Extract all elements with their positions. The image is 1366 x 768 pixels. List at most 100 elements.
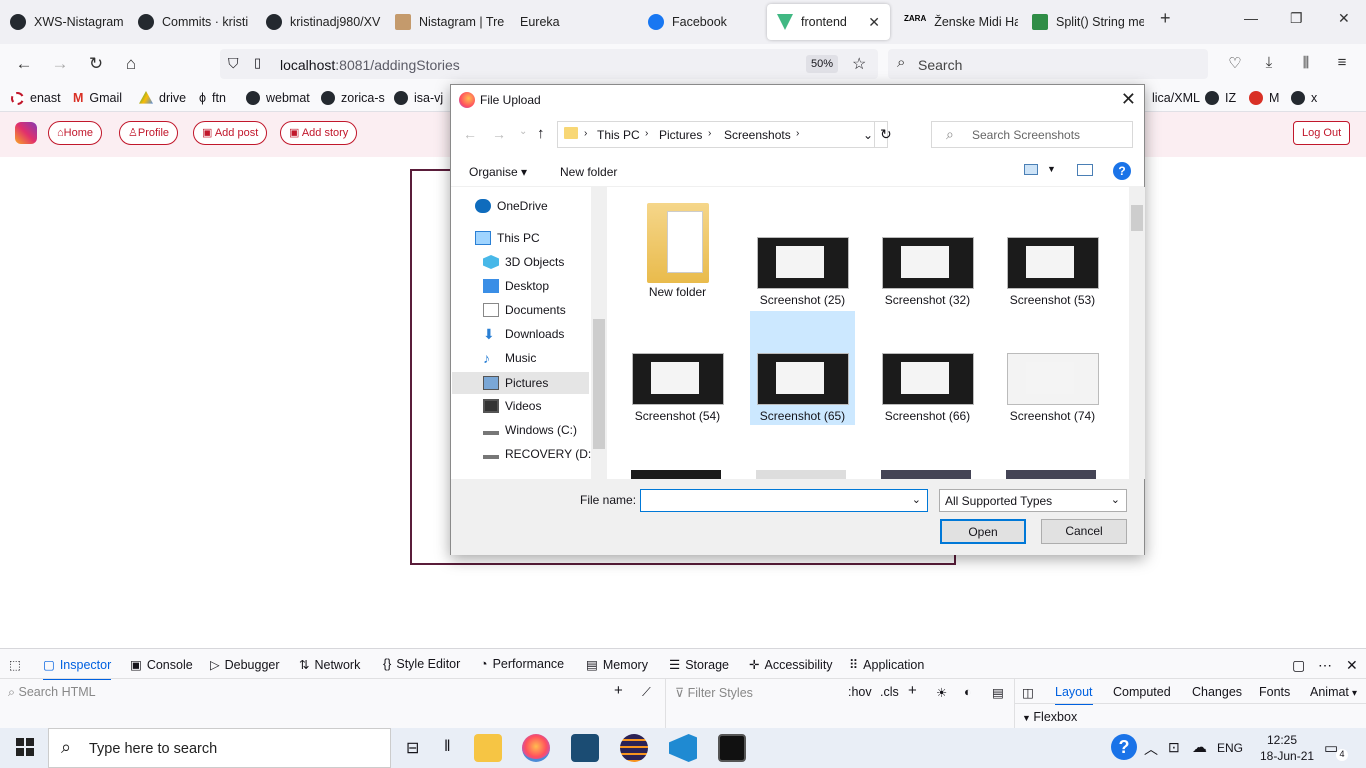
file-item[interactable]: Screenshot (32) [875, 197, 980, 307]
filter-styles-input[interactable]: ⊽ Filter Styles [675, 685, 753, 700]
firefox-taskbar-icon[interactable] [522, 734, 550, 762]
tab-computed[interactable]: Computed [1113, 685, 1171, 699]
vscode-icon[interactable] [669, 734, 697, 762]
hov-toggle[interactable]: :hov [848, 685, 872, 699]
tab-animations[interactable]: Animat [1310, 685, 1349, 699]
recent-dropdown-icon[interactable]: ⌄ [519, 126, 527, 137]
refresh-icon[interactable]: ↻ [880, 126, 892, 143]
profile-button[interactable]: ♙Profile [119, 121, 179, 145]
tab-commits[interactable]: Commits · kristi [128, 4, 253, 40]
file-item[interactable]: Screenshot (65) [750, 311, 855, 425]
bookmark-m[interactable]: M [1249, 91, 1279, 105]
file-item[interactable]: New folder [625, 197, 730, 307]
terminal-icon[interactable] [718, 734, 746, 762]
home-button[interactable]: ⌂Home [48, 121, 102, 145]
ssms-icon[interactable] [571, 734, 599, 762]
file-item[interactable]: Screenshot (53) [1000, 197, 1105, 307]
menu-icon[interactable]: ≡ [1331, 54, 1353, 71]
toggle-sidebar-icon[interactable]: ◫ [1022, 685, 1034, 700]
devtools-close-icon[interactable]: ✕ [1346, 657, 1358, 674]
new-folder-button[interactable]: New folder [560, 165, 617, 179]
zoom-badge[interactable]: 50% [806, 55, 839, 73]
file-item[interactable]: Screenshot (25) [750, 197, 855, 307]
reload-icon[interactable]: ↻ [85, 54, 107, 74]
window-close-icon[interactable]: ✕ [1338, 10, 1350, 27]
crumb-pictures[interactable]: Pictures [659, 128, 702, 142]
bookmark-webmat[interactable]: webmat [246, 91, 310, 105]
organise-button[interactable]: Organise ▾ [469, 165, 527, 179]
tab-accessibility[interactable]: ✛ Accessibility [749, 657, 833, 673]
star-icon[interactable]: ☆ [852, 54, 866, 74]
tree-pictures[interactable]: Pictures [452, 372, 589, 394]
add-post-button[interactable]: ▣ Add post [193, 121, 268, 145]
bookmark-xml[interactable]: lica/XML [1152, 91, 1200, 105]
bookmark-iz[interactable]: IZ [1205, 91, 1236, 105]
address-dropdown-icon[interactable]: ⌄ [863, 128, 873, 142]
open-button[interactable]: Open [940, 519, 1026, 544]
address-bar[interactable]: › This PC › Pictures › Screenshots › ⌄ ↻ [557, 121, 892, 148]
crumb-screenshots[interactable]: Screenshots [724, 128, 791, 142]
chevron-up-icon[interactable]: ︿ [1144, 739, 1158, 759]
tab-changes[interactable]: Changes [1192, 685, 1242, 699]
files-scrollbar[interactable] [1129, 187, 1145, 479]
file-name-input[interactable]: ⌄ [640, 489, 928, 512]
tab-inspector[interactable]: ▢ Inspector [43, 657, 112, 680]
tab-memory[interactable]: ▤ Memory [586, 657, 648, 673]
back-icon[interactable]: ← [13, 54, 35, 74]
windows-start-icon[interactable] [16, 738, 34, 756]
view-icon[interactable] [1024, 164, 1038, 175]
tab-facebook[interactable]: Facebook [638, 4, 763, 40]
cancel-button[interactable]: Cancel [1041, 519, 1127, 544]
tab-storage[interactable]: ☰ Storage [669, 657, 729, 673]
bookmark-zorica[interactable]: zorica-s [321, 91, 385, 105]
tab-eureka[interactable]: Eureka [510, 4, 635, 40]
restore-icon[interactable]: ❐ [1290, 10, 1303, 27]
bookmark-enast[interactable]: enast [11, 91, 61, 105]
tab-kristinadj[interactable]: kristinadj980/XV [256, 4, 381, 40]
new-tab-icon[interactable]: + [1160, 8, 1171, 29]
crumb-this-pc[interactable]: This PC [597, 128, 640, 142]
file-item[interactable]: Screenshot (54) [625, 313, 730, 425]
tree-desktop[interactable]: Desktop [483, 279, 549, 293]
back-arrow-icon[interactable]: ← [463, 126, 477, 142]
tree-3d-objects[interactable]: 3D Objects [483, 255, 564, 269]
bookmark-x[interactable]: x [1291, 91, 1317, 105]
dark-theme-icon[interactable]: ◐ [964, 685, 972, 699]
tree-this-pc[interactable]: This PC [475, 231, 540, 245]
add-story-button[interactable]: ▣ Add story [280, 121, 358, 145]
network-tray-icon[interactable]: ⊡ [1168, 739, 1180, 756]
search-screenshots-input[interactable]: ⌕ Search Screenshots [931, 121, 1133, 148]
more-options-icon[interactable]: ⋯ [1318, 657, 1332, 674]
tree-onedrive[interactable]: OneDrive [475, 199, 548, 213]
minimize-icon[interactable]: — [1244, 10, 1258, 26]
file-item[interactable]: Screenshot (74) [1000, 313, 1105, 425]
dock-icon[interactable]: ▢ [1292, 657, 1305, 674]
eyedropper-icon[interactable]: ⟋ [642, 685, 651, 700]
flexbox-section[interactable]: ▼ Flexbox [1022, 710, 1077, 724]
search-bar[interactable]: ⌕ Search [888, 49, 1208, 79]
tab-fonts[interactable]: Fonts [1259, 685, 1290, 699]
home-icon[interactable]: ⌂ [120, 54, 142, 74]
file-type-select[interactable]: All Supported Types ⌄ [939, 489, 1127, 512]
file-explorer-icon[interactable] [474, 734, 502, 762]
tree-scrollbar[interactable] [591, 187, 607, 479]
url-bar[interactable]: ⛉ ▯ localhost:8081/addingStories 50% ☆ [220, 49, 878, 79]
element-picker-icon[interactable]: ⬚ [9, 657, 21, 672]
add-node-icon[interactable]: + [614, 682, 623, 699]
file-item[interactable]: Screenshot (66) [875, 313, 980, 425]
pocket-icon[interactable]: ♡ [1224, 54, 1246, 72]
tree-music[interactable]: ♪ Music [483, 351, 536, 365]
light-theme-icon[interactable]: ☀ [936, 685, 947, 700]
tab-frontend[interactable]: frontend ✕ [767, 4, 890, 40]
tree-windows-c[interactable]: Windows (C:) [483, 423, 577, 437]
bookmark-isa-vj[interactable]: isa-vj [394, 91, 443, 105]
tab-debugger[interactable]: ▷ Debugger [210, 657, 280, 673]
tree-documents[interactable]: Documents [483, 303, 566, 317]
instagram-logo-icon[interactable] [15, 122, 37, 144]
tree-scroll-thumb[interactable] [593, 319, 605, 449]
files-scroll-thumb[interactable] [1131, 205, 1143, 231]
taskbar-search[interactable]: ⌕ Type here to search [48, 728, 391, 768]
clock-date[interactable]: 18-Jun-21 [1260, 749, 1314, 763]
tree-downloads[interactable]: ⬇ Downloads [483, 327, 564, 341]
tab-style-editor[interactable]: {} Style Editor [383, 657, 460, 671]
